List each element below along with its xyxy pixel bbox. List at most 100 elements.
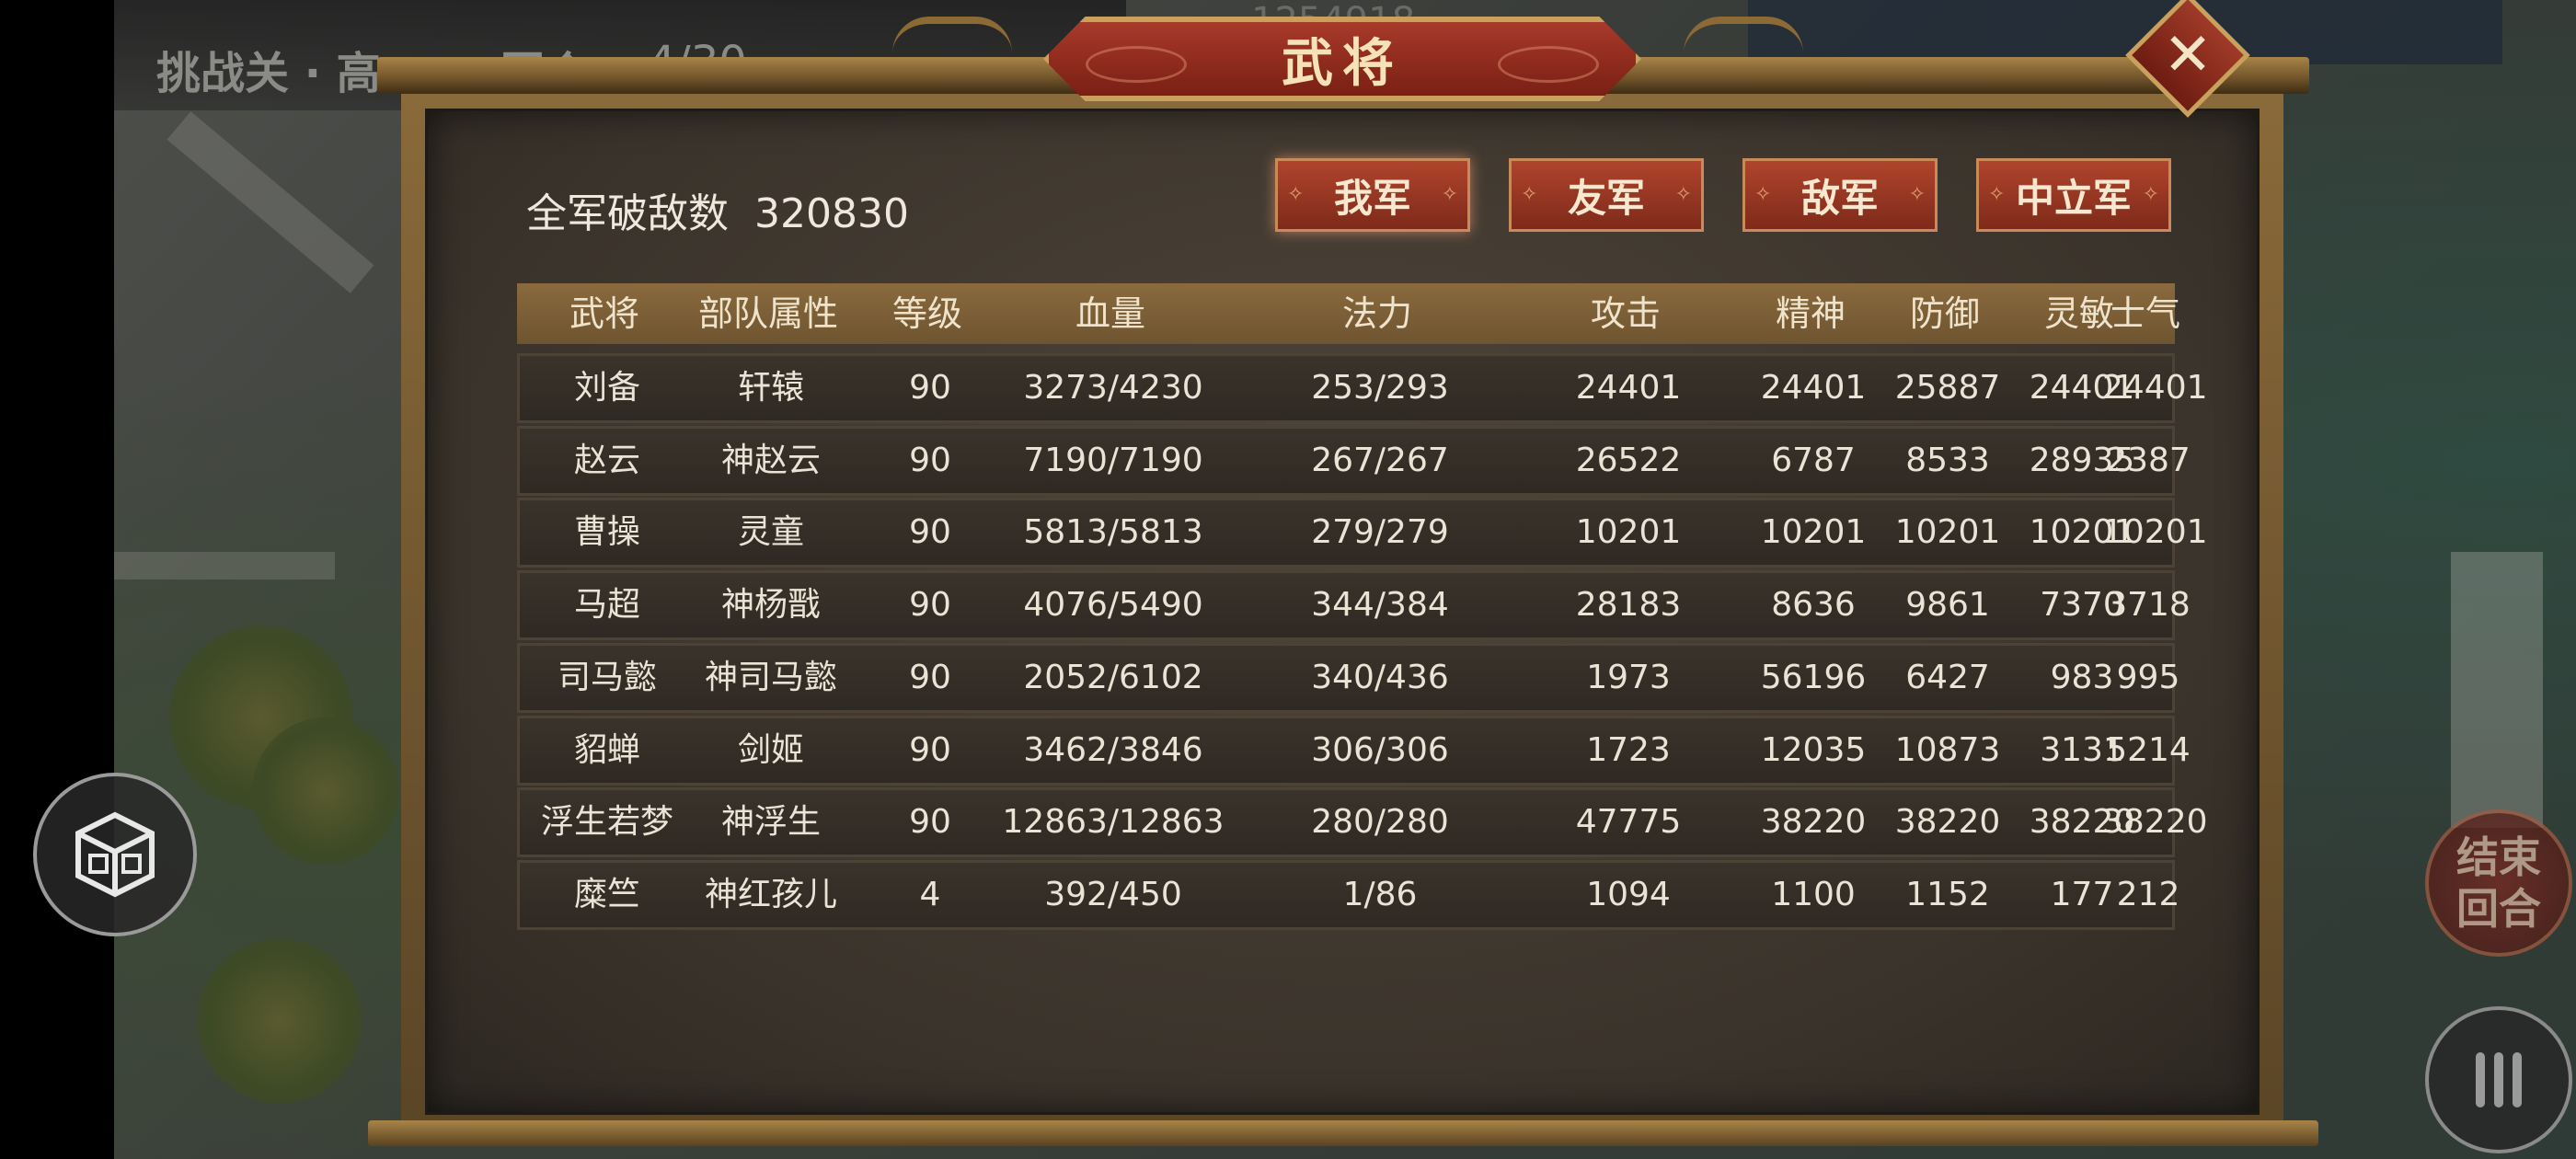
cell-mp: 253/293 (1311, 369, 1449, 407)
map-view-button[interactable] (33, 773, 197, 936)
cell-morale: 38220 (2102, 803, 2208, 842)
cell-defense: 25887 (1894, 369, 2001, 407)
cell-spirit: 12035 (1760, 730, 1867, 769)
end-round-button[interactable]: 结束回合 (2425, 809, 2572, 957)
cell-attack: 47775 (1575, 803, 1682, 842)
header-mp: 法力 (1341, 293, 1412, 334)
cell-morale: 10201 (2102, 513, 2208, 552)
cell-general-name: 赵云 (573, 441, 640, 479)
cell-defense: 38220 (1894, 803, 2001, 842)
swirl-ornament (1498, 46, 1599, 83)
cell-hp: 3462/3846 (1023, 730, 1203, 769)
cell-mp: 1/86 (1342, 875, 1418, 913)
tab-neutral-army[interactable]: 中立军 (1976, 158, 2171, 232)
cell-attack: 26522 (1575, 441, 1682, 479)
cell-defense: 10873 (1894, 730, 2001, 769)
cell-attack: 1973 (1586, 658, 1671, 696)
cell-defense: 10201 (1894, 513, 2001, 552)
cell-mp: 344/384 (1311, 586, 1449, 625)
table-row[interactable]: 马超 神杨戬 90 4076/5490 344/384 28183 8636 9861 7370… (517, 570, 2191, 641)
table-row[interactable]: 貂蝉 剑姬 90 3462/3846 306/306 1723 12035 10873 3131… (517, 715, 2191, 786)
map-wall (114, 552, 335, 580)
table-row[interactable]: 糜竺 神红孩儿 4 392/450 1/86 1094 1100 1152 177 212 (517, 859, 2179, 930)
cell-spirit: 24401 (1760, 369, 1867, 407)
scroll-ornament (892, 17, 1012, 72)
menu-button[interactable] (2425, 1006, 2572, 1153)
table-row[interactable]: 曹操 灵童 90 5813/5813 279/279 10201 10201 10201 102… (517, 498, 2208, 568)
cell-defense: 6427 (1905, 658, 1990, 696)
cell-general-name: 司马懿 (557, 658, 657, 696)
cell-unit-type: 神红孩儿 (704, 875, 837, 913)
total-kills-summary: 全军破敌数 320830 (526, 180, 909, 239)
cell-level: 90 (909, 369, 951, 407)
cell-unit-type: 灵童 (737, 513, 804, 552)
cell-hp: 5813/5813 (1023, 513, 1203, 552)
cell-general-name: 刘备 (573, 369, 640, 407)
cell-spirit: 56196 (1760, 658, 1867, 696)
cell-unit-type: 神杨戬 (720, 586, 821, 625)
cell-mp: 340/436 (1311, 658, 1449, 696)
map-tree (252, 717, 399, 865)
cell-level: 4 (919, 875, 941, 913)
cell-mp: 279/279 (1311, 513, 1449, 552)
cell-level: 90 (909, 803, 951, 842)
cell-mp: 306/306 (1311, 730, 1449, 769)
cell-defense: 9861 (1905, 586, 1990, 625)
cell-spirit: 8636 (1771, 586, 1856, 625)
left-letterbox (0, 0, 114, 1159)
cell-spirit: 6787 (1771, 441, 1856, 479)
cell-attack: 24401 (1575, 369, 1682, 407)
header-unit-type: 部队属性 (697, 293, 838, 334)
cell-spirit: 10201 (1760, 513, 1867, 552)
cell-defense: 1152 (1905, 875, 1990, 913)
stage-label: 挑战关 · 高 (156, 48, 381, 99)
total-kills-label: 全军破敌数 (526, 190, 729, 237)
cell-hp: 3273/4230 (1023, 369, 1203, 407)
table-header: 武将 部队属性 等级 血量 法力 攻击 精神 防御 灵敏 士气 (517, 283, 2180, 344)
cell-attack: 10201 (1575, 513, 1682, 552)
cell-unit-type: 轩辕 (737, 369, 804, 407)
header-defense: 防御 (1909, 293, 1980, 334)
cell-morale: 2387 (2106, 441, 2191, 479)
cell-general-name: 糜竺 (573, 875, 640, 913)
cell-unit-type: 神赵云 (720, 441, 821, 479)
cell-morale: 995 (2116, 658, 2180, 696)
tab-label: 友军 (1567, 175, 1645, 221)
cell-level: 90 (909, 730, 951, 769)
close-icon[interactable]: ✕ (2144, 11, 2232, 99)
tab-allied-army[interactable]: 友军 (1509, 158, 1704, 232)
cell-hp: 392/450 (1044, 875, 1182, 913)
cell-general-name: 浮生若梦 (540, 803, 673, 842)
cell-attack: 1094 (1586, 875, 1671, 913)
header-level: 等级 (891, 293, 962, 334)
tab-label: 我军 (1333, 175, 1411, 221)
end-round-label: 结束回合 (2456, 832, 2541, 934)
cell-defense: 8533 (1905, 441, 1990, 479)
header-morale: 士气 (2110, 293, 2180, 334)
cell-general-name: 貂蝉 (573, 730, 640, 769)
map-tower (2451, 552, 2543, 828)
tab-own-army[interactable]: 我军 (1275, 158, 1470, 232)
scroll-ornament (1684, 17, 1803, 72)
table-row[interactable]: 赵云 神赵云 90 7190/7190 267/267 26522 6787 8533 2893… (517, 425, 2191, 496)
cell-hp: 7190/7190 (1023, 441, 1203, 479)
tab-enemy-army[interactable]: 敌军 (1742, 158, 1938, 232)
dialog-title-plate: 武将 (1043, 17, 1641, 101)
table-row[interactable]: 浮生若梦 神浮生 90 12863/12863 280/280 47775 38220 382… (517, 787, 2208, 858)
cell-level: 90 (909, 441, 951, 479)
header-general: 武将 (569, 293, 639, 334)
cell-attack: 28183 (1575, 586, 1682, 625)
cell-morale: 24401 (2102, 369, 2208, 407)
dialog-bottom-ornament (368, 1120, 2318, 1146)
table-row[interactable]: 司马懿 神司马懿 90 2052/6102 340/436 1973 56196 6427 98… (517, 642, 2179, 713)
map-tree (197, 938, 362, 1104)
total-kills-value: 320830 (754, 190, 909, 237)
swirl-ornament (1086, 46, 1187, 83)
cell-attack: 1723 (1586, 730, 1671, 769)
cell-unit-type: 神浮生 (720, 803, 821, 842)
cell-general-name: 曹操 (573, 513, 640, 552)
cell-mp: 267/267 (1311, 441, 1449, 479)
menu-icon (2476, 1052, 2522, 1107)
table-row[interactable]: 刘备 轩辕 90 3273/4230 253/293 24401 24401 25887 244… (517, 353, 2208, 423)
cube-map-icon (75, 811, 155, 898)
